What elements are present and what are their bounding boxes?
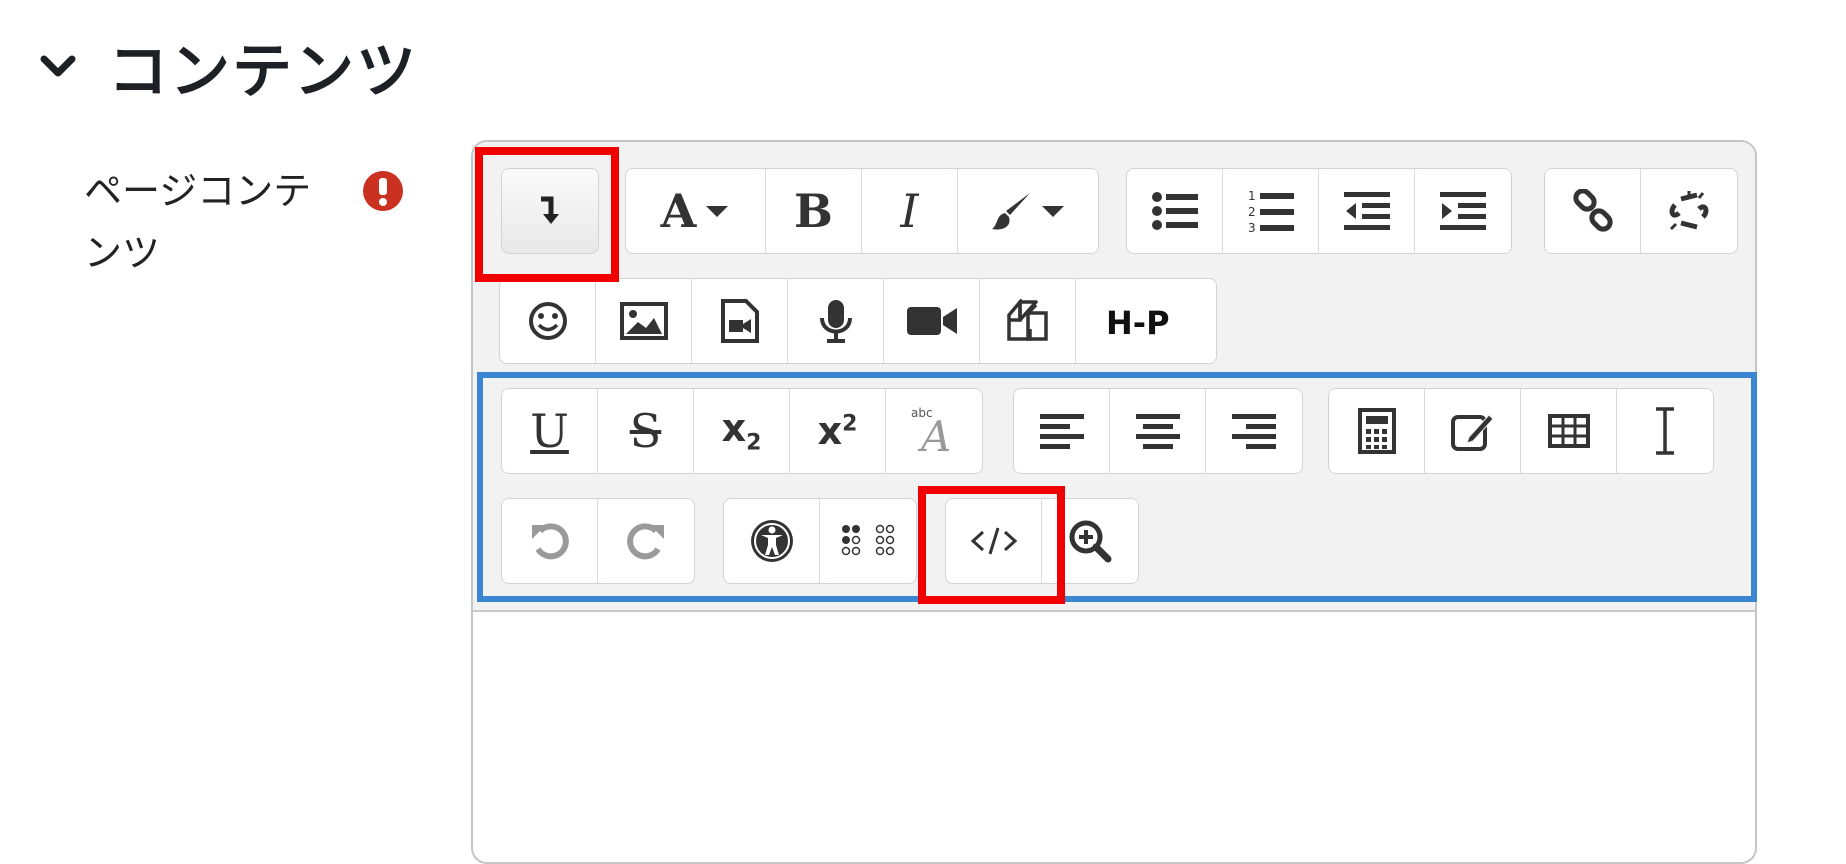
media-icon bbox=[720, 299, 759, 343]
equation-icon bbox=[1357, 408, 1396, 454]
toolbar-group-accessibility bbox=[723, 498, 917, 584]
indent-icon bbox=[1440, 192, 1486, 230]
accessibility-checker-button[interactable] bbox=[724, 499, 820, 583]
indent-button[interactable] bbox=[1415, 169, 1511, 253]
table-button[interactable] bbox=[1521, 389, 1617, 473]
toolbar-group-html bbox=[945, 498, 1139, 584]
exclamation-circle-icon bbox=[362, 170, 404, 212]
section-title: コンテンツ bbox=[108, 36, 418, 107]
align-center-button[interactable] bbox=[1110, 389, 1206, 473]
unlink-button[interactable] bbox=[1641, 169, 1737, 253]
strikethrough-button[interactable]: S bbox=[598, 389, 694, 473]
h5p-text: H-P bbox=[1106, 304, 1170, 338]
strikethrough-icon: S bbox=[629, 404, 662, 458]
toolbar-group-insert bbox=[1328, 388, 1714, 474]
text-color-button[interactable] bbox=[958, 169, 1098, 253]
redo-button[interactable] bbox=[598, 499, 694, 583]
collapse-arrow-icon bbox=[541, 196, 559, 224]
image-button[interactable] bbox=[596, 279, 692, 363]
toolbar-group-collapse bbox=[501, 168, 599, 254]
subscript-button[interactable]: x2 bbox=[694, 389, 790, 473]
html-source-button[interactable] bbox=[946, 499, 1042, 583]
link-icon bbox=[1572, 189, 1613, 232]
align-right-button[interactable] bbox=[1206, 389, 1302, 473]
subscript-icon: x2 bbox=[721, 406, 762, 456]
unlink-icon bbox=[1669, 191, 1709, 231]
ordered-list-icon: 1 2 3 bbox=[1248, 189, 1294, 234]
align-left-button[interactable] bbox=[1014, 389, 1110, 473]
unordered-list-button[interactable] bbox=[1127, 169, 1223, 253]
underline-button[interactable]: U bbox=[502, 389, 598, 473]
bold-icon: B bbox=[794, 184, 833, 238]
section-header: コンテンツ bbox=[34, 26, 418, 107]
unordered-list-icon bbox=[1151, 192, 1198, 230]
emoji-icon bbox=[528, 302, 567, 340]
editor-toolbar: A B I 1 2 3 H-P U S x2 x2 abc A bbox=[473, 142, 1755, 612]
manage-files-button[interactable] bbox=[980, 279, 1076, 363]
italic-icon: I bbox=[900, 184, 919, 238]
superscript-button[interactable]: x2 bbox=[790, 389, 886, 473]
full-screen-zoom-button[interactable] bbox=[1042, 499, 1138, 583]
equation-button[interactable] bbox=[1329, 389, 1425, 473]
clear-formatting-button[interactable]: abc A bbox=[886, 389, 982, 473]
bold-button[interactable]: B bbox=[766, 169, 862, 253]
toolbar-group-style: A B I bbox=[625, 168, 1099, 254]
h5p-icon: H-P bbox=[1106, 304, 1170, 338]
accessibility-checker-icon bbox=[750, 520, 793, 562]
manage-files-icon bbox=[1006, 299, 1048, 341]
text-color-icon bbox=[992, 193, 1030, 230]
undo-icon bbox=[531, 523, 569, 560]
image-icon bbox=[619, 302, 668, 340]
font-style-icon: A bbox=[660, 184, 697, 238]
special-character-button[interactable] bbox=[1617, 389, 1713, 473]
ordered-list-button[interactable]: 1 2 3 bbox=[1223, 169, 1319, 253]
character-map-button[interactable] bbox=[1425, 389, 1521, 473]
clear-formatting-icon: abc A bbox=[911, 406, 952, 461]
toolbar-group-links bbox=[1544, 168, 1738, 254]
font-style-button[interactable]: A bbox=[626, 169, 766, 253]
special-character-icon bbox=[1656, 407, 1674, 455]
screen-reader-helper-icon bbox=[841, 524, 895, 556]
toolbar-group-lists: 1 2 3 bbox=[1126, 168, 1512, 254]
svg-text:2: 2 bbox=[1248, 205, 1256, 219]
redo-icon bbox=[627, 523, 664, 560]
table-icon bbox=[1547, 414, 1590, 448]
svg-text:3: 3 bbox=[1248, 221, 1256, 234]
toolbar-group-history bbox=[501, 498, 695, 584]
emoji-button[interactable] bbox=[500, 279, 596, 363]
superscript-icon: x2 bbox=[817, 409, 858, 453]
undo-button[interactable] bbox=[502, 499, 598, 583]
toolbar-group-align bbox=[1013, 388, 1303, 474]
align-left-icon bbox=[1039, 414, 1084, 449]
toolbar-group-insert-media: H-P bbox=[499, 278, 1217, 364]
html-source-icon bbox=[970, 527, 1017, 555]
italic-button[interactable]: I bbox=[862, 169, 958, 253]
link-button[interactable] bbox=[1545, 169, 1641, 253]
field-label: ページコンテンツ bbox=[84, 169, 312, 275]
record-audio-button[interactable] bbox=[788, 279, 884, 363]
record-audio-icon bbox=[819, 300, 852, 343]
character-map-icon bbox=[1450, 414, 1494, 451]
record-video-button[interactable] bbox=[884, 279, 980, 363]
media-button[interactable] bbox=[692, 279, 788, 363]
svg-text:1: 1 bbox=[1248, 189, 1256, 203]
screen-reader-helper-button[interactable] bbox=[820, 499, 916, 583]
h5p-button[interactable]: H-P bbox=[1076, 279, 1216, 363]
align-center-icon bbox=[1135, 414, 1180, 449]
align-right-icon bbox=[1232, 414, 1276, 449]
text-editor: A B I 1 2 3 H-P U S x2 x2 abc A bbox=[471, 140, 1757, 864]
outdent-button[interactable] bbox=[1319, 169, 1415, 253]
outdent-icon bbox=[1343, 192, 1390, 230]
collapse-button[interactable] bbox=[502, 169, 598, 253]
full-screen-zoom-icon bbox=[1069, 520, 1112, 563]
chevron-down-icon[interactable] bbox=[34, 42, 82, 90]
underline-icon: U bbox=[530, 404, 569, 458]
toolbar-group-format: U S x2 x2 abc A bbox=[501, 388, 983, 474]
record-video-icon bbox=[906, 307, 957, 335]
